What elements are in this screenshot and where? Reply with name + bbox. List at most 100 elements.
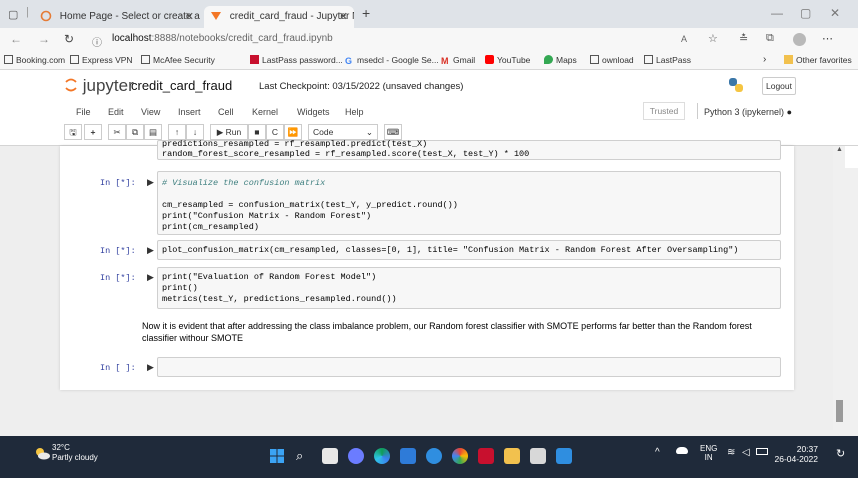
save-icon[interactable]: 🖫 [64,124,82,140]
markdown-cell[interactable]: Now it is evident that after addressing … [142,320,782,344]
forward-icon[interactable]: → [38,32,50,46]
menu-help[interactable]: Help [345,107,364,117]
restart-icon[interactable]: C [266,124,284,140]
run-cell-icon[interactable]: ▶ [147,362,154,373]
profile-avatar[interactable] [793,33,806,46]
weather-desc: Partly cloudy [52,453,98,462]
code-cell[interactable]: # Visualize the confusion matrix cm_resa… [157,171,781,235]
scroll-up-icon[interactable]: ▲ [836,146,843,153]
menu-edit[interactable]: Edit [108,107,124,117]
bookmark-gmail[interactable]: M Gmail [441,55,475,66]
mcafee-icon[interactable] [478,448,494,464]
interrupt-icon[interactable]: ■ [248,124,266,140]
code-cell-partial[interactable]: predictions_resampled = rf_resampled.pre… [157,139,781,160]
folder-icon [784,55,793,64]
menu-view[interactable]: View [141,107,160,117]
cut-icon[interactable]: ✂ [108,124,126,140]
logout-button[interactable]: Logout [762,77,796,95]
tab-home-page[interactable]: Home Page - Select or create a n ✕ [40,6,200,28]
run-cell-icon[interactable]: ▶ [147,177,154,188]
bookmark-msedcl[interactable]: Gmsedcl - Google Se... [345,55,439,66]
bookmark-expressvpn[interactable]: Express VPN [70,55,133,65]
window-menu-icon[interactable]: ▢ [8,8,18,21]
windows-start-icon[interactable] [269,448,285,464]
copy-icon[interactable]: ⧉ [126,124,144,140]
search-icon[interactable]: ⌕ [296,448,312,464]
kernel-indicator[interactable]: Python 3 (ipykernel) ● [704,107,792,117]
new-tab-button[interactable]: + [362,5,370,21]
jupyter-logo-text: jupyter [82,76,134,95]
scrollbar-thumb[interactable] [836,400,843,422]
back-icon[interactable]: ← [10,32,22,46]
page-icon [644,55,653,64]
url-host: localhost [112,33,152,44]
minimize-icon[interactable]: — [771,6,783,20]
bookmark-maps[interactable]: Maps [544,55,577,65]
chrome-icon[interactable] [452,448,468,464]
jupyter-logo[interactable]: jupyter [64,76,134,96]
app-icon[interactable] [426,448,442,464]
info-icon[interactable]: ⓘ [92,34,102,49]
bookmark-booking[interactable]: Booking.com [4,55,65,65]
language-indicator[interactable]: ENG IN [700,444,717,462]
code-cell[interactable]: plot_confusion_matrix(cm_resampled, clas… [157,240,781,260]
menu-widgets[interactable]: Widgets [297,107,330,117]
other-favorites[interactable]: Other favorites [784,55,852,65]
menu-cell[interactable]: Cell [218,107,234,117]
cell-type-select[interactable]: Code ⌄ [308,124,378,140]
close-icon[interactable]: ✕ [339,6,348,28]
run-cell-icon[interactable]: ▶ [147,272,154,283]
code-cell[interactable]: print("Evaluation of Random Forest Model… [157,267,781,309]
chevron-up-icon[interactable]: ^ [655,447,660,458]
move-up-icon[interactable]: ↑ [168,124,186,140]
page-icon [4,55,13,64]
read-aloud-icon[interactable]: A [681,34,687,44]
notifications-icon[interactable]: ↻ [836,447,845,460]
bookmark-youtube[interactable]: YouTube [485,55,530,65]
weather-widget[interactable]: 32°C Partly cloudy [52,443,98,463]
menu-insert[interactable]: Insert [178,107,201,117]
chat-icon[interactable] [348,448,364,464]
bookmark-download[interactable]: ownload [590,55,634,65]
battery-icon[interactable] [756,448,768,455]
run-icon: ▶ [216,127,224,137]
app-blue-icon[interactable] [556,448,572,464]
trusted-badge[interactable]: Trusted [643,102,685,120]
restore-icon[interactable]: ▢ [800,6,811,20]
more-options-icon[interactable]: ⋯ [822,32,833,45]
wifi-icon[interactable]: ≋ [727,447,735,458]
edge-icon[interactable] [374,448,390,464]
collections-icon[interactable]: ⧉ [766,32,774,45]
bookmark-lastpass[interactable]: LastPass [644,55,691,65]
tab-jupyter[interactable]: credit_card_fraud - Jupyter Note ✕ [204,6,354,28]
volume-icon[interactable]: ◁ [742,447,750,458]
move-down-icon[interactable]: ↓ [186,124,204,140]
run-cell-icon[interactable]: ▶ [147,245,154,256]
task-view-icon[interactable] [322,448,338,464]
code-cell-empty[interactable] [157,357,781,377]
favorites-list-icon[interactable]: ≛ [739,32,748,45]
keyboard-icon[interactable]: ⌨ [384,124,402,140]
chevron-right-icon[interactable]: › [763,54,766,65]
paste-icon[interactable]: ▤ [144,124,162,140]
menu-kernel[interactable]: Kernel [252,107,278,117]
system-clock[interactable]: 20:37 26-04-2022 [770,444,818,464]
restart-run-all-icon[interactable]: ⏩ [284,124,302,140]
store-icon[interactable] [400,448,416,464]
page-scrollbar[interactable] [833,146,845,430]
cloud-icon[interactable] [676,447,688,454]
app-window-icon[interactable] [530,448,546,464]
url-field[interactable]: localhost:8888/notebooks/credit_card_fra… [112,33,333,44]
run-button[interactable]: ▶ Run [210,124,248,140]
close-window-icon[interactable]: ✕ [830,6,840,20]
file-explorer-icon[interactable] [504,448,520,464]
add-cell-icon[interactable]: + [84,124,102,140]
refresh-icon[interactable]: ↻ [64,32,74,46]
bookmark-mcafee[interactable]: McAfee Security [141,55,215,65]
bookmark-lastpass-password[interactable]: LastPass password... [250,55,343,65]
close-icon[interactable]: ✕ [185,6,194,28]
menu-file[interactable]: File [76,107,91,117]
tab-separator: | [26,6,29,18]
favorite-star-icon[interactable]: ☆ [708,32,718,45]
notebook-name[interactable]: credit_card_fraud [131,78,232,93]
